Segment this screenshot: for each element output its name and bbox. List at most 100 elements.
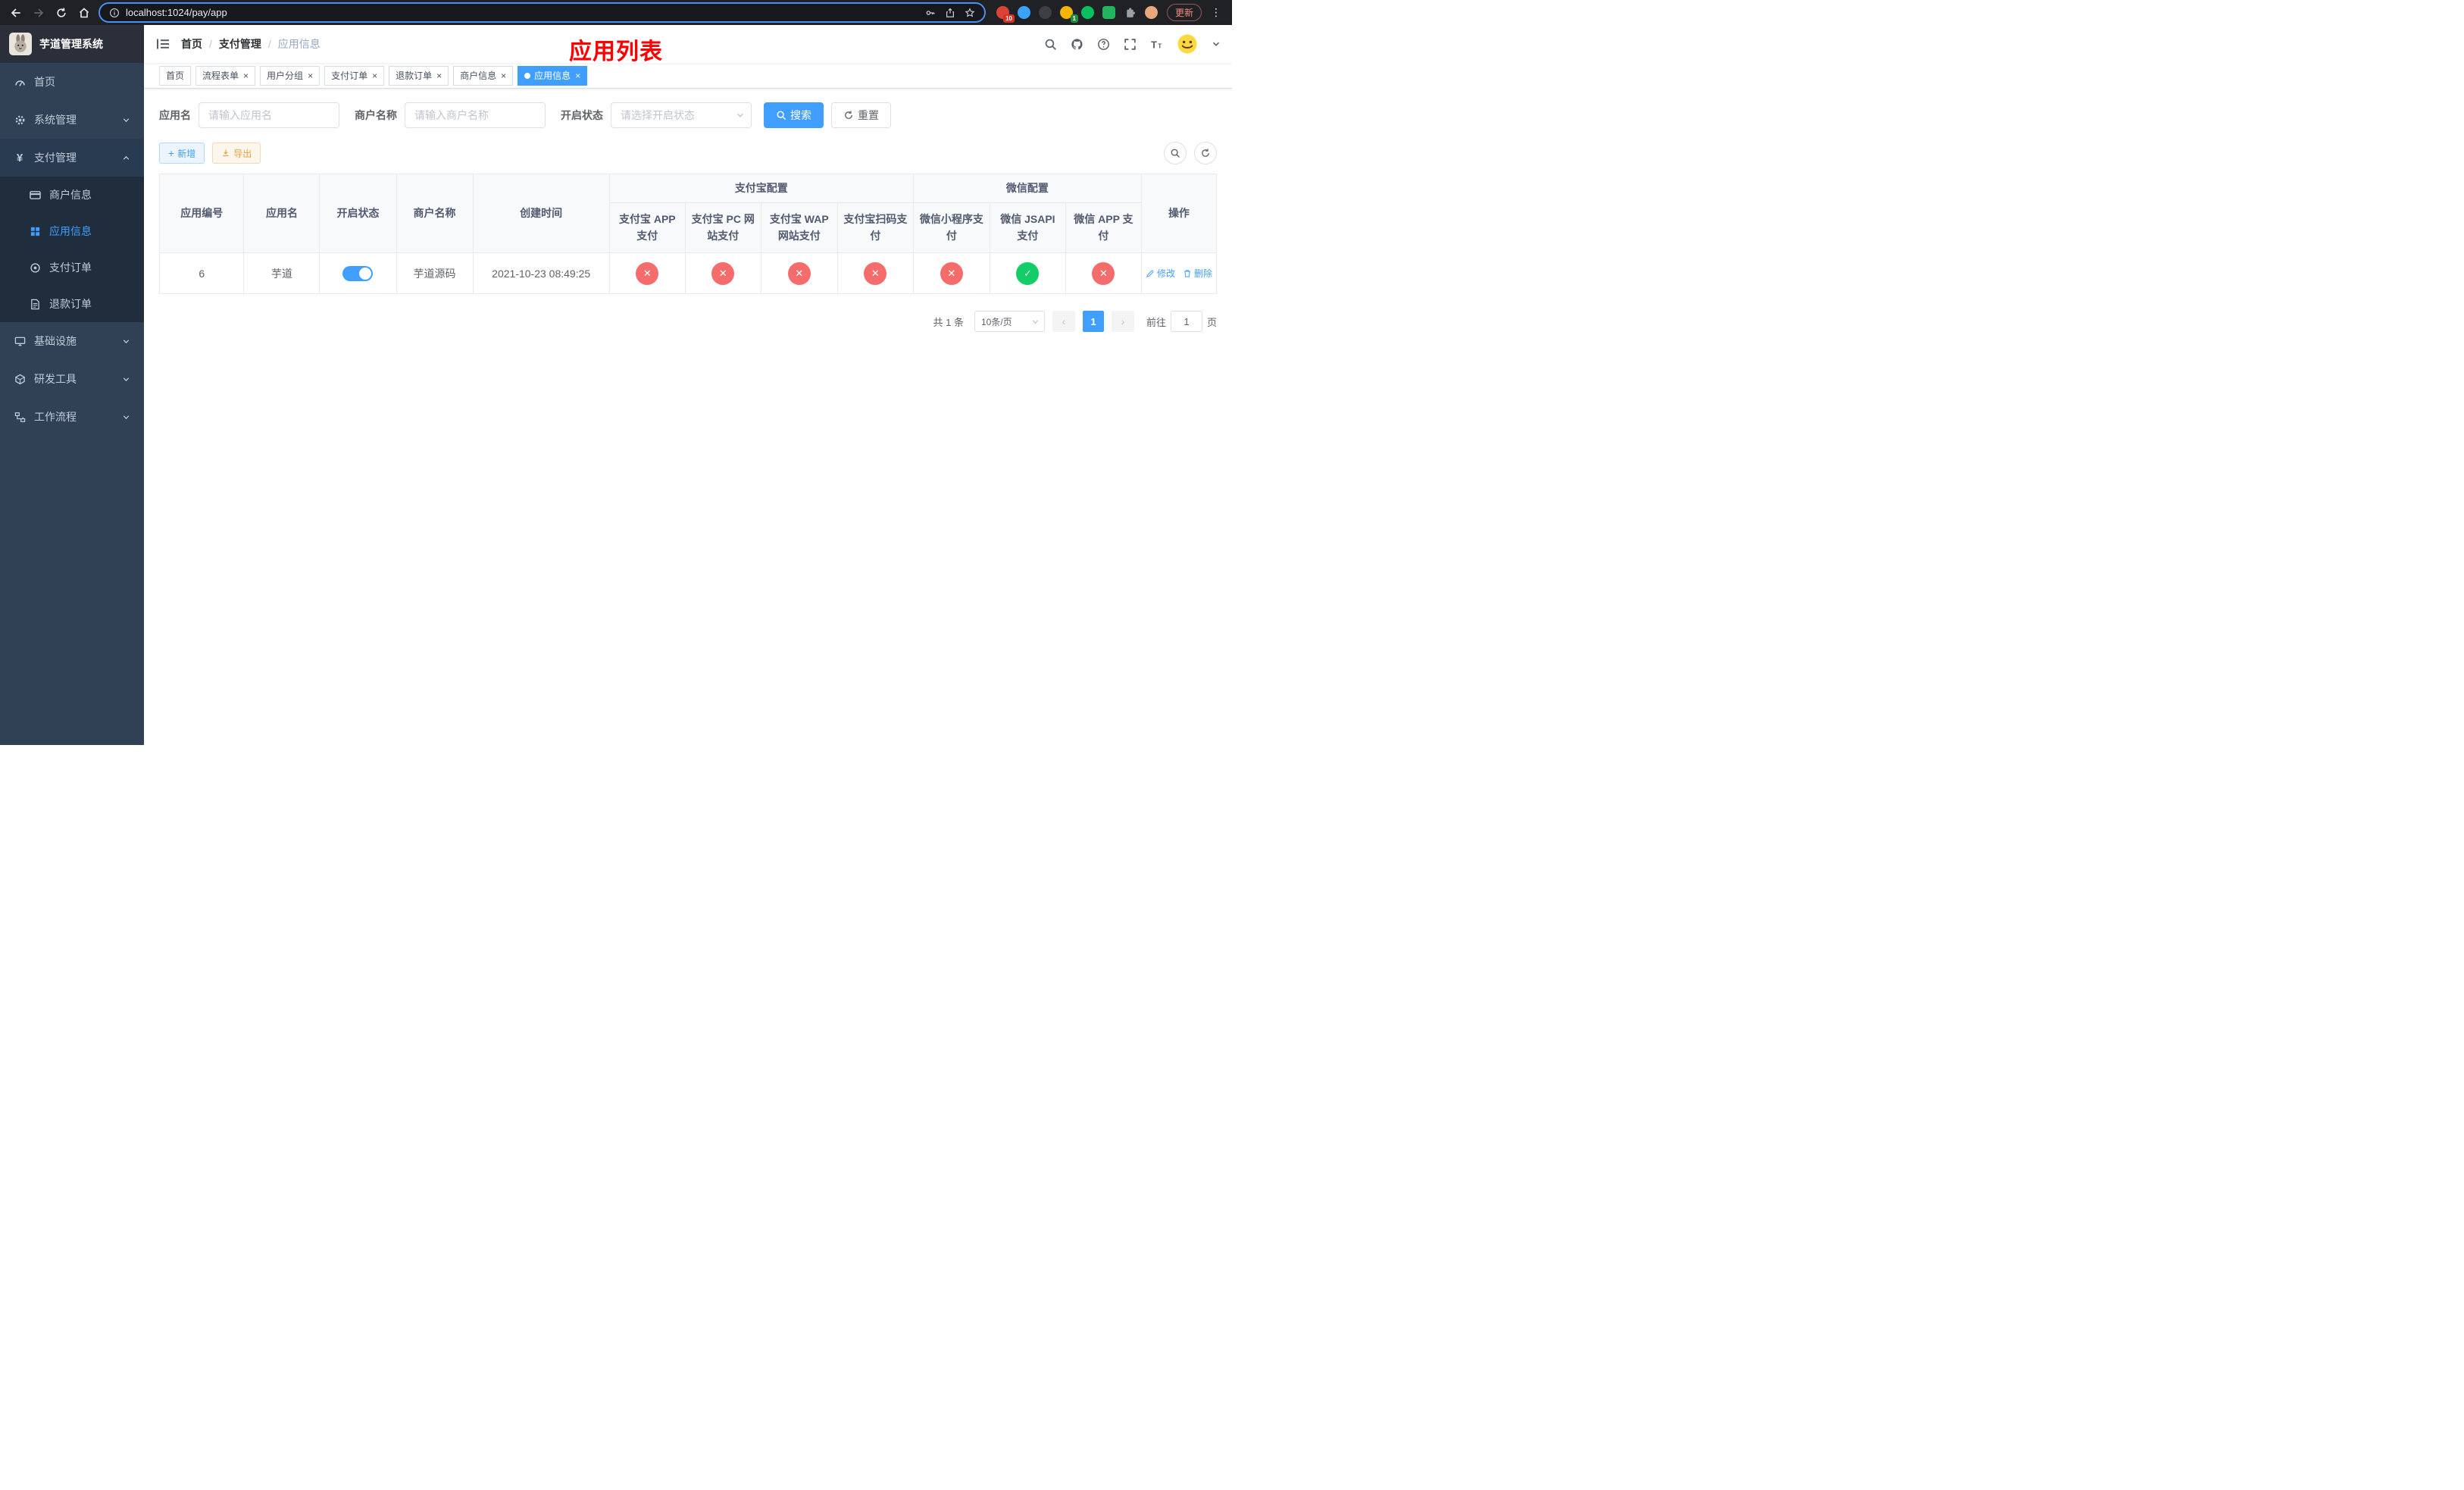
tab-close-icon[interactable]: × <box>308 71 313 80</box>
tab-pay-order[interactable]: 支付订单 × <box>324 65 385 86</box>
cell-alipay-qr: ✕ <box>836 252 914 294</box>
sidebar-item-workflow[interactable]: 工作流程 <box>0 398 144 436</box>
breadcrumb-separator: / <box>267 38 271 50</box>
tab-user-group[interactable]: 用户分组 × <box>260 65 321 86</box>
sidebar-item-pay-order[interactable]: 支付订单 <box>0 249 144 286</box>
page-size-select[interactable] <box>974 311 1045 332</box>
sidebar-menu: 首页 系统管理 ¥ 支付管理 商户信息 应用信息 支付订单 退款订单 基础设施 … <box>0 63 144 436</box>
help-icon[interactable] <box>1096 37 1110 51</box>
reset-button[interactable]: 重置 <box>831 102 891 128</box>
tab-label: 商户信息 <box>460 70 497 81</box>
document-icon <box>29 298 41 310</box>
sidebar-item-label: 退款订单 <box>49 298 92 310</box>
extension-icon[interactable]: 1 <box>1059 6 1078 23</box>
browser-home-icon[interactable] <box>76 5 92 21</box>
browser-back-icon[interactable] <box>8 5 24 21</box>
sidebar-item-merchant-info[interactable]: 商户信息 <box>0 177 144 213</box>
delete-link-label: 删除 <box>1193 268 1212 279</box>
bookmark-star-icon[interactable] <box>965 7 975 18</box>
user-avatar[interactable] <box>1176 33 1199 55</box>
chevron-down-icon <box>123 117 130 122</box>
sidebar-item-system[interactable]: 系统管理 <box>0 101 144 139</box>
browser-forward-icon[interactable] <box>30 5 47 21</box>
tab-process-form[interactable]: 流程表单 × <box>195 65 256 86</box>
sidebar-item-infrastructure[interactable]: 基础设施 <box>0 322 144 360</box>
search-icon[interactable] <box>1043 37 1057 51</box>
extension-icon[interactable]: 10 <box>996 6 1015 23</box>
gear-icon <box>14 114 26 126</box>
breadcrumb-payment[interactable]: 支付管理 <box>219 36 261 52</box>
app-logo[interactable]: 芋道管理系统 <box>0 25 144 63</box>
sidebar-item-refund-order[interactable]: 退款订单 <box>0 286 144 322</box>
tab-refund-order[interactable]: 退款订单 × <box>389 65 449 86</box>
tab-close-icon[interactable]: × <box>575 71 580 80</box>
browser-reload-icon[interactable] <box>53 5 70 21</box>
extension-icon[interactable] <box>1038 6 1052 19</box>
merchant-name-input[interactable] <box>405 102 546 128</box>
browser-update-button[interactable]: 更新 <box>1166 4 1202 21</box>
main-area: 首页 / 支付管理 / 应用信息 TT 首页 流程表单 × 用户分组 × 支付订… <box>144 25 1232 745</box>
search-button[interactable]: 搜索 <box>764 102 824 128</box>
goto-page-input[interactable] <box>1170 311 1202 332</box>
status-select-input[interactable] <box>611 102 752 128</box>
cell-app-name: 芋道 <box>243 252 321 294</box>
status-toggle[interactable] <box>342 265 374 281</box>
tab-label: 流程表单 <box>202 70 239 81</box>
extension-icon[interactable] <box>1102 6 1115 19</box>
toggle-search-button[interactable] <box>1164 142 1187 164</box>
sidebar-item-dev-tools[interactable]: 研发工具 <box>0 360 144 398</box>
tab-close-icon[interactable]: × <box>243 71 249 80</box>
add-button[interactable]: + 新增 <box>159 142 205 164</box>
font-size-icon[interactable]: TT <box>1149 37 1163 51</box>
cell-wechat-jsapi: ✓ <box>989 252 1066 294</box>
delete-link[interactable]: 删除 <box>1183 267 1212 280</box>
breadcrumb: 首页 / 支付管理 / 应用信息 <box>181 36 321 52</box>
sidebar-item-payment[interactable]: ¥ 支付管理 <box>0 139 144 177</box>
refresh-table-button[interactable] <box>1194 142 1217 164</box>
github-icon[interactable] <box>1070 37 1083 51</box>
table-toolbar: + 新增 导出 <box>159 142 1217 164</box>
prev-page-button[interactable]: ‹ <box>1052 311 1075 332</box>
cell-alipay-app: ✕ <box>608 252 686 294</box>
top-navbar: 首页 / 支付管理 / 应用信息 TT <box>144 25 1232 63</box>
password-key-icon[interactable] <box>925 8 936 18</box>
extensions-puzzle-icon[interactable] <box>1124 6 1137 19</box>
share-icon[interactable] <box>945 8 955 18</box>
fullscreen-icon[interactable] <box>1123 37 1137 51</box>
chevron-down-icon <box>123 339 130 343</box>
status-select[interactable] <box>611 102 752 128</box>
tags-view-bar: 首页 流程表单 × 用户分组 × 支付订单 × 退款订单 × 商户信息 × 应用信息 × <box>144 63 1232 89</box>
caret-down-icon[interactable] <box>1212 39 1221 49</box>
goto-suffix: 页 <box>1206 316 1217 328</box>
page-number-1[interactable]: 1 <box>1082 311 1104 332</box>
app-name-label: 应用名 <box>159 109 191 121</box>
next-page-button[interactable]: › <box>1111 311 1134 332</box>
cell-status <box>319 252 397 294</box>
extension-icon[interactable] <box>1080 6 1094 19</box>
tab-label: 应用信息 <box>534 70 571 81</box>
tab-app-info[interactable]: 应用信息 × <box>518 65 588 86</box>
cell-merchant: 芋道源码 <box>396 252 474 294</box>
site-info-icon[interactable] <box>109 8 120 18</box>
sidebar-item-label: 基础设施 <box>34 335 77 347</box>
sidebar-item-app-info[interactable]: 应用信息 <box>0 213 144 249</box>
extension-icon[interactable] <box>1017 6 1030 19</box>
app-name-input[interactable] <box>199 102 339 128</box>
hamburger-icon[interactable] <box>155 36 170 52</box>
sidebar-item-home[interactable]: 首页 <box>0 63 144 101</box>
tab-home[interactable]: 首页 <box>159 65 192 86</box>
tab-close-icon[interactable]: × <box>372 71 377 80</box>
tab-close-icon[interactable]: × <box>501 71 506 80</box>
pagination-total: 共 1 条 <box>933 316 964 328</box>
page-size-input[interactable] <box>974 311 1045 332</box>
edit-link[interactable]: 修改 <box>1146 267 1175 280</box>
profile-avatar-icon[interactable] <box>1144 6 1158 19</box>
col-header-status: 开启状态 <box>319 174 397 253</box>
tab-close-icon[interactable]: × <box>436 71 442 80</box>
breadcrumb-home[interactable]: 首页 <box>181 36 202 52</box>
url-text[interactable]: localhost:1024/pay/app <box>126 7 227 18</box>
browser-menu-icon[interactable]: ⋮ <box>1208 6 1224 19</box>
tab-merchant-info[interactable]: 商户信息 × <box>453 65 514 86</box>
browser-address-bar[interactable]: localhost:1024/pay/app <box>98 2 986 23</box>
export-button[interactable]: 导出 <box>212 142 261 164</box>
